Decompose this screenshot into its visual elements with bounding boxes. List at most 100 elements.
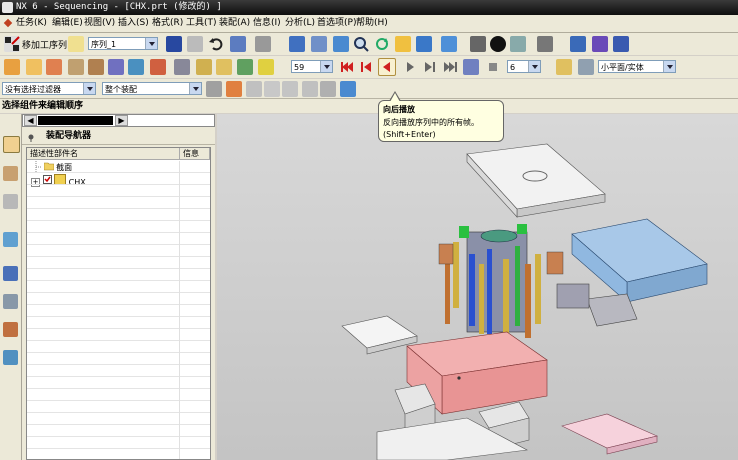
highlight-icon[interactable] xyxy=(258,59,274,75)
pan-icon[interactable] xyxy=(395,36,411,52)
playback-speed-value: 6 xyxy=(510,63,516,72)
playback-speed-select[interactable]: 6 xyxy=(507,60,541,73)
zoom-window-icon[interactable] xyxy=(311,36,327,52)
menu-format[interactable]: 格式(R) xyxy=(152,17,183,30)
sequence-icon[interactable] xyxy=(68,36,84,52)
assembly-navigator-tab-icon[interactable] xyxy=(3,136,20,153)
insert-component-icon[interactable] xyxy=(4,59,20,75)
step-back-icon[interactable] xyxy=(358,59,374,75)
fit-view-icon[interactable] xyxy=(556,59,572,75)
wcs-icon[interactable] xyxy=(613,36,629,52)
column-header-name[interactable]: 描述性部件名 xyxy=(27,148,180,160)
insert-motion-icon[interactable] xyxy=(4,36,20,52)
undo-icon[interactable] xyxy=(208,36,224,52)
fast-forward-icon[interactable] xyxy=(442,59,458,75)
chevron-down-icon[interactable] xyxy=(189,83,201,94)
selection-filter-select[interactable]: 没有选择过滤器 xyxy=(2,82,96,95)
step-forward-icon[interactable] xyxy=(422,59,438,75)
copy-icon[interactable] xyxy=(196,59,212,75)
frame-number-select[interactable]: 59 xyxy=(291,60,333,73)
rotate-icon[interactable] xyxy=(374,36,390,52)
snap-point-icon[interactable] xyxy=(226,81,242,97)
history-tab-icon[interactable] xyxy=(3,266,18,281)
disassemble-icon[interactable] xyxy=(46,59,62,75)
rewind-icon[interactable] xyxy=(339,59,355,75)
system-materials-tab-icon[interactable] xyxy=(3,294,18,309)
assemble-all-icon[interactable] xyxy=(68,59,84,75)
play-forward-icon[interactable] xyxy=(402,59,418,75)
cut-icon[interactable] xyxy=(174,59,190,75)
menu-help[interactable]: 帮助(H) xyxy=(356,17,388,30)
sequence-select[interactable]: 序列_1 xyxy=(88,37,158,50)
cursor-icon[interactable] xyxy=(230,36,246,52)
nx-menu-icon[interactable] xyxy=(3,18,13,28)
render-mode-select[interactable]: 小平面/实体 xyxy=(598,60,676,73)
part-navigator-tab-icon[interactable] xyxy=(3,194,18,209)
pin-icon[interactable] xyxy=(27,132,35,142)
nx-app-icon xyxy=(2,2,13,13)
paste-icon[interactable] xyxy=(216,59,232,75)
select-component-icon[interactable] xyxy=(340,81,356,97)
snap-icon[interactable] xyxy=(255,36,271,52)
graphics-window[interactable] xyxy=(217,114,738,460)
window-title: NX 6 - Sequencing - [CHX.prt (修改的) ] xyxy=(16,2,222,12)
edge-display-icon[interactable] xyxy=(490,36,506,52)
exploded-mold-assembly[interactable] xyxy=(217,114,738,460)
assemble-icon[interactable] xyxy=(26,59,42,75)
menu-insert[interactable]: 插入(S) xyxy=(118,17,149,30)
layer-icon[interactable] xyxy=(570,36,586,52)
menu-view[interactable]: 视图(V) xyxy=(84,17,115,30)
chevron-down-icon[interactable] xyxy=(145,38,157,49)
scroll-left-icon[interactable]: ◀ xyxy=(24,115,37,126)
collision-icon[interactable] xyxy=(237,59,253,75)
camera-icon[interactable] xyxy=(128,59,144,75)
perspective-icon[interactable] xyxy=(416,36,432,52)
chevron-down-icon[interactable] xyxy=(663,61,675,72)
sequence-select-value: 序列_1 xyxy=(91,40,117,49)
scroll-thumb[interactable] xyxy=(38,116,113,125)
shaded-view-icon[interactable] xyxy=(441,36,457,52)
assembly-scope-select[interactable]: 整个装配 xyxy=(102,82,202,95)
save-icon[interactable] xyxy=(166,36,182,52)
internet-explorer-tab-icon[interactable] xyxy=(3,232,18,247)
menu-preferences[interactable]: 首选项(P) xyxy=(317,17,356,30)
select-curve-icon[interactable] xyxy=(246,81,262,97)
chevron-down-icon[interactable] xyxy=(83,83,95,94)
background-icon[interactable] xyxy=(537,36,553,52)
system-scenes-tab-icon[interactable] xyxy=(3,350,18,365)
chevron-down-icon[interactable] xyxy=(320,61,332,72)
menu-information[interactable]: 信息(I) xyxy=(253,17,281,30)
visibility-icon[interactable] xyxy=(592,36,608,52)
play-backward-icon[interactable] xyxy=(378,58,396,76)
rectangle-select-icon[interactable] xyxy=(320,81,336,97)
menu-analysis[interactable]: 分析(L) xyxy=(285,17,315,30)
menu-task[interactable]: 任务(K) xyxy=(16,17,47,30)
navigator-title: 装配导航器 xyxy=(46,131,92,141)
navigator-tree: 描述性部件名 信息 截面 + CHX xyxy=(26,147,211,460)
chevron-down-icon[interactable] xyxy=(528,61,540,72)
stop-icon[interactable] xyxy=(485,59,501,75)
menu-tools[interactable]: 工具(T) xyxy=(186,17,217,30)
select-body-icon[interactable] xyxy=(282,81,298,97)
constraint-navigator-tab-icon[interactable] xyxy=(3,166,18,181)
wireframe-icon[interactable] xyxy=(470,36,486,52)
fit-icon[interactable] xyxy=(289,36,305,52)
record-icon[interactable] xyxy=(108,59,124,75)
disassemble-all-icon[interactable] xyxy=(88,59,104,75)
scroll-right-icon[interactable]: ▶ xyxy=(115,115,128,126)
export-movie-icon[interactable] xyxy=(463,59,479,75)
general-selection-icon[interactable] xyxy=(206,81,222,97)
zoom-in-out-icon[interactable] xyxy=(353,36,369,52)
menu-edit[interactable]: 编辑(E) xyxy=(52,17,83,30)
select-feature-icon[interactable] xyxy=(302,81,318,97)
zoom-icon[interactable] xyxy=(333,36,349,52)
print-icon[interactable] xyxy=(187,36,203,52)
group-icon[interactable] xyxy=(150,59,166,75)
render-style-icon[interactable] xyxy=(578,59,594,75)
lighting-icon[interactable] xyxy=(510,36,526,52)
insert-motion-label[interactable]: 移加工序列 xyxy=(22,38,67,51)
menu-assembly[interactable]: 装配(A) xyxy=(219,17,250,30)
column-header-info[interactable]: 信息 xyxy=(180,148,210,160)
select-face-icon[interactable] xyxy=(264,81,280,97)
roles-tab-icon[interactable] xyxy=(3,322,18,337)
